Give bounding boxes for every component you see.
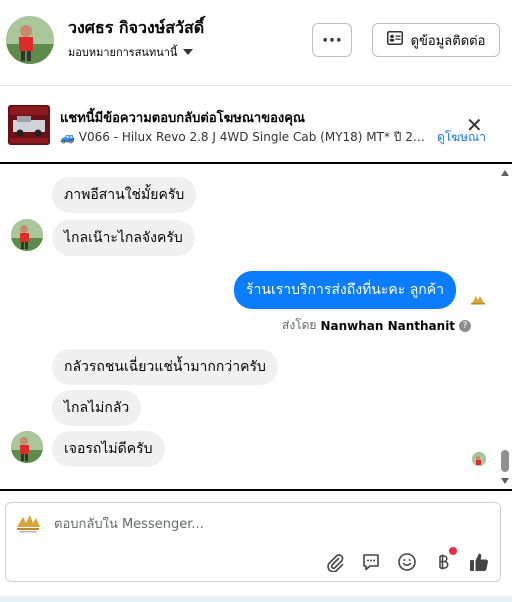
info-icon[interactable]: ? (459, 319, 472, 332)
incoming-message[interactable]: เจอรถไม่ดีครับ (52, 431, 165, 467)
ad-reply-banner: แชทนี้มีข้อความตอบกลับต่อโฆษณาของคุณ 🚙 V… (0, 87, 512, 164)
emoji-icon[interactable] (396, 551, 418, 573)
messenger-conversation: วงศธร กิจวงษ์สวัสดิ์ มอบหมายการสนทนานี้ … (0, 0, 512, 602)
page-footer-strip (0, 596, 512, 602)
page-logo-icon (14, 513, 42, 535)
paperclip-icon[interactable] (324, 551, 346, 573)
caret-down-icon (183, 49, 194, 55)
outgoing-message[interactable]: ร้านเราบริการส่งถึงที่นะคะ ลูกค้า (234, 271, 457, 309)
incoming-message[interactable]: ภาพอีสานใช่มั้ยครับ (52, 177, 197, 213)
more-options-button[interactable]: ··· (312, 23, 352, 57)
sender-avatar[interactable] (11, 431, 43, 463)
incoming-message[interactable]: กลัวรถชนเฉี่ยวแช่น้ำมากกว่าครับ (52, 349, 278, 385)
assign-conversation-dropdown[interactable]: มอบหมายการสนทนานี้ (68, 43, 194, 61)
avatar[interactable] (6, 16, 54, 64)
scroll-up-arrow-icon[interactable] (501, 170, 509, 176)
divider (0, 489, 512, 491)
ad-banner-title: แชทนี้มีข้อความตอบกลับต่อโฆษณาของคุณ (60, 111, 305, 126)
sender-avatar[interactable] (11, 219, 43, 251)
message-input[interactable] (54, 517, 454, 532)
incoming-message[interactable]: ไกลไม่กลัว (52, 390, 142, 426)
view-contact-label: ดูข้อมูลติดต่อ (410, 33, 486, 49)
page-logo-icon (470, 290, 486, 305)
scroll-down-arrow-icon[interactable] (501, 478, 509, 484)
chat-bubble-icon[interactable] (360, 551, 382, 573)
contact-name: วงศธร กิจวงษ์สวัสดิ์ (68, 18, 205, 37)
message-thread[interactable]: ภาพอีสานใช่มั้ยครับ ไกลเน๊าะไกลจังครับ ร… (0, 166, 512, 489)
conversation-header: วงศธร กิจวงษ์สวัสดิ์ มอบหมายการสนทนานี้ … (0, 0, 512, 86)
sender-name: Nanwhan Nanthanit (320, 318, 456, 333)
sent-by-label: ส่งโดย Nanwhan Nanthanit ? (282, 316, 472, 335)
view-ad-link[interactable]: ดูโฆษณา (437, 128, 486, 147)
thumbs-up-icon[interactable] (468, 551, 490, 573)
seen-indicator-avatar (472, 452, 486, 466)
thread-scrollbar[interactable] (498, 166, 512, 489)
ad-banner-subtitle: 🚙 V066 - Hilux Revo 2.8 J 4WD Single Cab… (60, 130, 428, 144)
sent-by-prefix: ส่งโดย (282, 318, 317, 332)
ad-thumbnail (8, 105, 50, 145)
scrollbar-thumb[interactable] (501, 450, 509, 472)
contact-card-icon (386, 31, 403, 49)
ellipsis-icon: ··· (321, 29, 343, 51)
reply-composer (5, 502, 501, 582)
incoming-message[interactable]: ไกลเน๊าะไกลจังครับ (52, 220, 195, 256)
view-contact-button[interactable]: ดูข้อมูลติดต่อ (372, 23, 500, 57)
notification-dot (449, 547, 457, 555)
assign-label: มอบหมายการสนทนานี้ (68, 46, 178, 59)
